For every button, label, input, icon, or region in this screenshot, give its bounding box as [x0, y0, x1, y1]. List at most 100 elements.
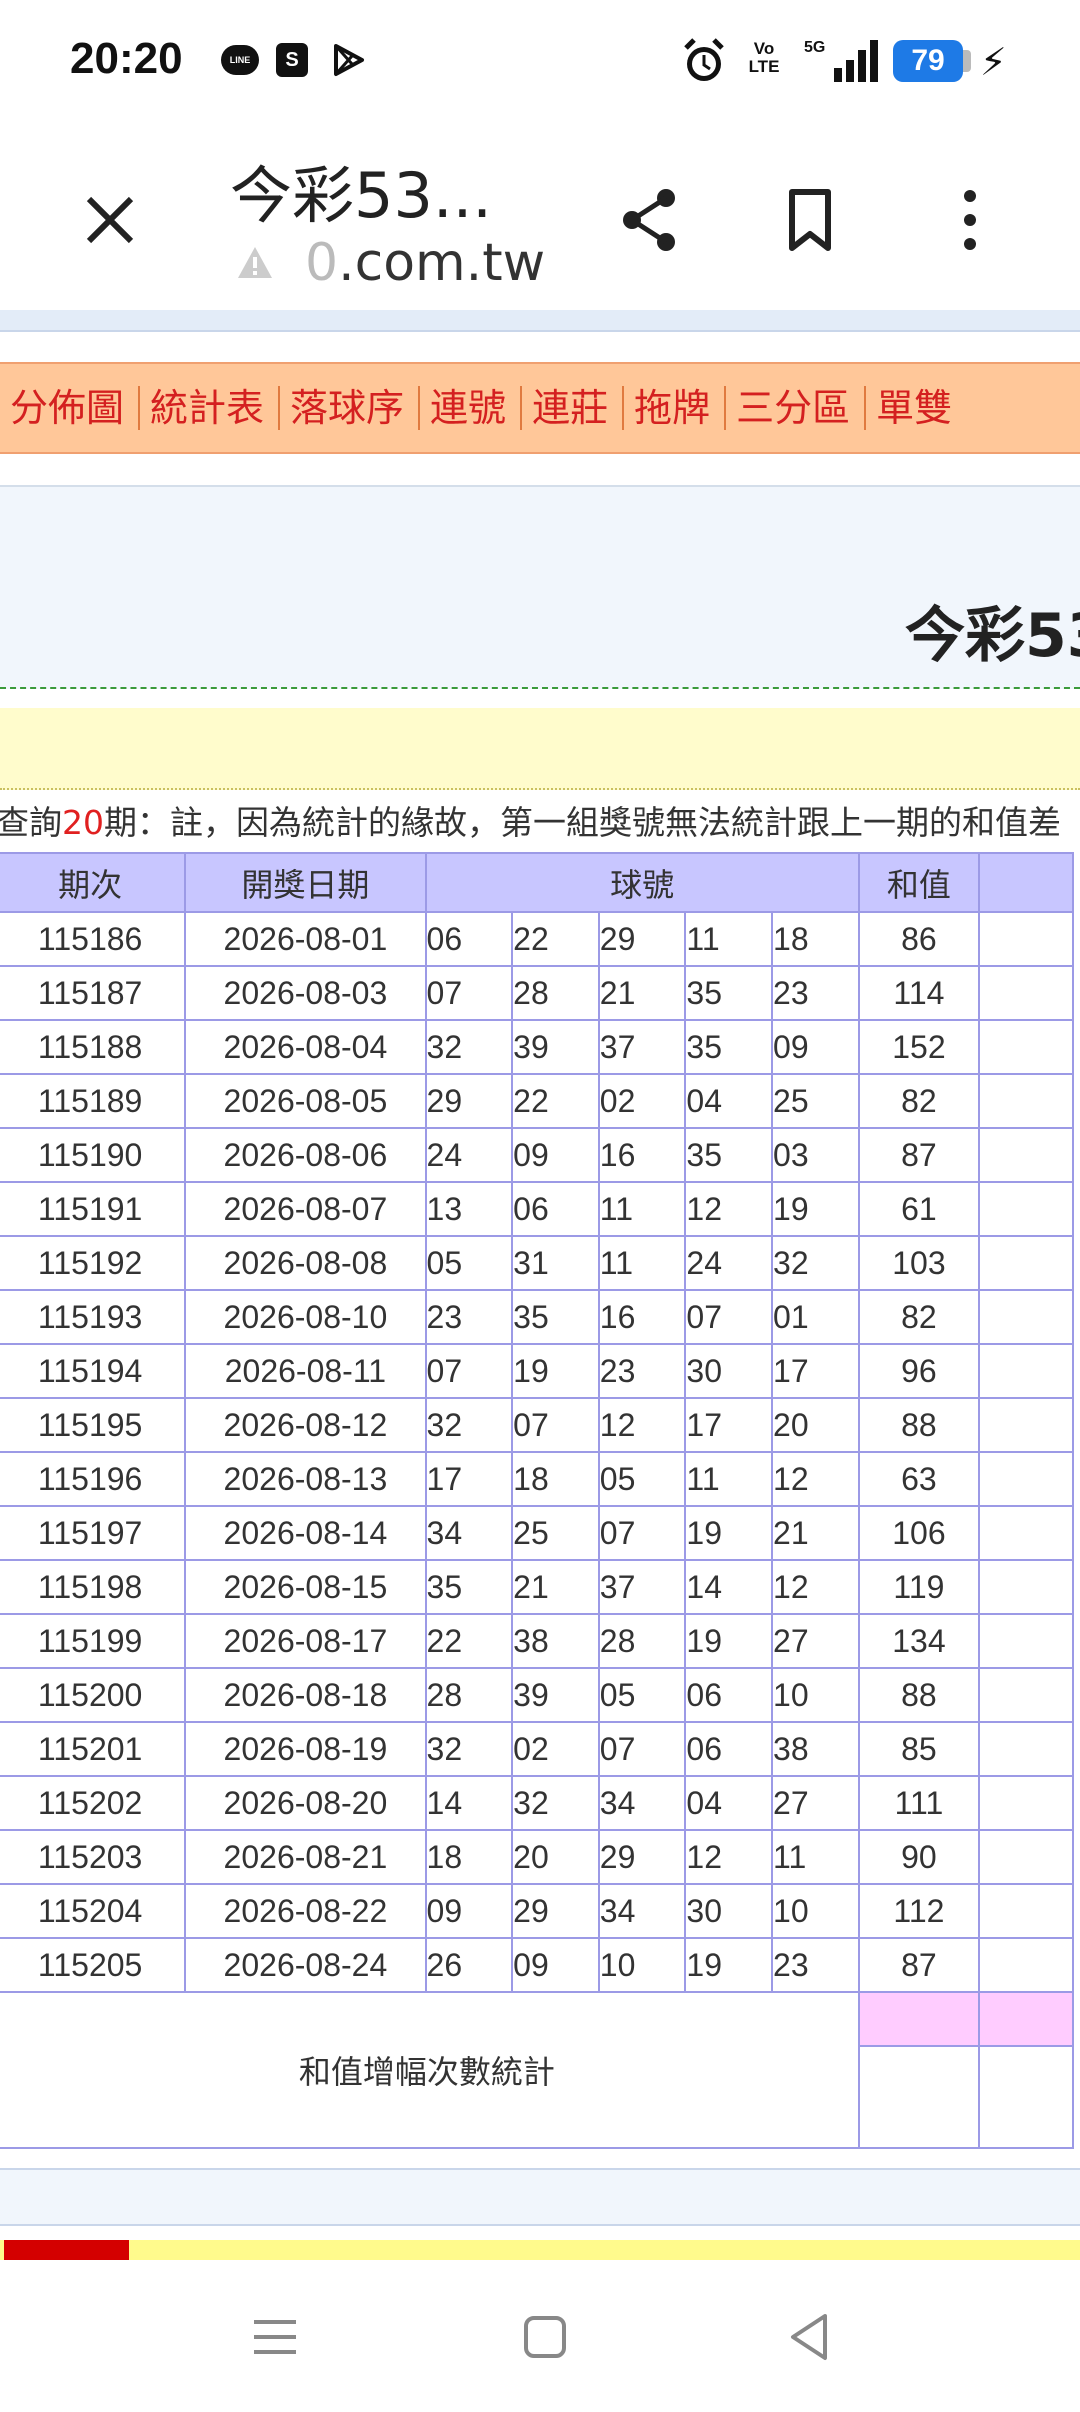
draw-date-cell: 2026-08-08 — [184, 1235, 427, 1291]
ball-number-cell: 05 — [597, 1451, 687, 1507]
ball-number-cell: 09 — [771, 1019, 860, 1075]
nav-item-consecutive[interactable]: 連號 — [420, 386, 523, 430]
ball-number-cell: 02 — [597, 1073, 687, 1129]
draw-date-cell: 2026-08-03 — [184, 965, 427, 1021]
ball-number-cell: 38 — [511, 1613, 600, 1669]
nav-item-drop-order[interactable]: 落球序 — [280, 386, 421, 430]
ball-number-cell: 07 — [424, 965, 514, 1021]
period-cell: 115194 — [0, 1343, 187, 1399]
ball-number-cell: 34 — [597, 1883, 687, 1939]
nav-item-odd-even[interactable]: 單雙 — [866, 386, 966, 430]
hero-section: 今彩539 — [0, 485, 1080, 689]
extra-cell — [978, 1127, 1074, 1183]
ball-number-cell: 11 — [597, 1181, 687, 1237]
draw-date-cell: 2026-08-13 — [184, 1451, 427, 1507]
table-row: 115186 2026-08-01 06 22 29 11 18 86 — [0, 911, 1074, 967]
table-row: 115192 2026-08-08 05 31 11 24 32 103 — [0, 1235, 1074, 1291]
period-cell: 115204 — [0, 1883, 187, 1939]
ball-number-cell: 20 — [771, 1397, 860, 1453]
ball-number-cell: 06 — [424, 911, 514, 967]
header-balls: 球號 — [424, 852, 860, 913]
sum-cell: 106 — [857, 1505, 981, 1561]
more-options-icon[interactable] — [930, 180, 1010, 260]
ball-number-cell: 17 — [684, 1397, 774, 1453]
period-cell: 115200 — [0, 1667, 187, 1723]
sum-cell: 86 — [857, 911, 981, 967]
period-cell: 115186 — [0, 911, 187, 967]
share-icon[interactable] — [610, 180, 690, 260]
ad-banner-red-block — [4, 2240, 129, 2260]
recent-apps-icon[interactable] — [240, 2302, 310, 2372]
close-icon[interactable] — [70, 180, 150, 260]
sum-cell: 85 — [857, 1721, 981, 1777]
ball-number-cell: 07 — [511, 1397, 600, 1453]
period-cell: 115201 — [0, 1721, 187, 1777]
footer-sum-cell — [857, 2045, 981, 2149]
ball-number-cell: 05 — [597, 1667, 687, 1723]
nav-item-drag[interactable]: 拖牌 — [624, 386, 727, 430]
table-row: 115187 2026-08-03 07 28 21 35 23 114 — [0, 965, 1074, 1021]
ball-number-cell: 30 — [684, 1343, 774, 1399]
sum-cell: 88 — [857, 1397, 981, 1453]
table-row: 115191 2026-08-07 13 06 11 12 19 61 — [0, 1181, 1074, 1237]
web-content[interactable]: 分佈圖 統計表 落球序 連號 連莊 拖牌 三分區 單雙 今彩539 查詢20期：… — [0, 310, 1080, 2260]
ball-number-cell: 17 — [424, 1451, 514, 1507]
ball-number-cell: 12 — [597, 1397, 687, 1453]
nav-item-stats-table[interactable]: 統計表 — [140, 386, 281, 430]
draw-date-cell: 2026-08-20 — [184, 1775, 427, 1831]
sum-cell: 103 — [857, 1235, 981, 1291]
ball-number-cell: 07 — [597, 1505, 687, 1561]
period-cell: 115198 — [0, 1559, 187, 1615]
ball-number-cell: 12 — [771, 1451, 860, 1507]
nav-item-repeat[interactable]: 連莊 — [522, 386, 625, 430]
table-row: 115196 2026-08-13 17 18 05 11 12 63 — [0, 1451, 1074, 1507]
extra-cell — [978, 1667, 1074, 1723]
period-cell: 115188 — [0, 1019, 187, 1075]
draw-date-cell: 2026-08-14 — [184, 1505, 427, 1561]
top-band — [0, 310, 1080, 332]
url-faded-text: 0 — [305, 233, 339, 293]
ball-number-cell: 22 — [511, 1073, 600, 1129]
ball-number-cell: 06 — [684, 1721, 774, 1777]
ball-number-cell: 31 — [511, 1235, 600, 1291]
home-icon[interactable] — [510, 2302, 580, 2372]
ball-number-cell: 29 — [424, 1073, 514, 1129]
ball-number-cell: 27 — [771, 1613, 860, 1669]
ball-number-cell: 11 — [684, 911, 774, 967]
ball-number-cell: 18 — [424, 1829, 514, 1885]
ball-number-cell: 17 — [771, 1343, 860, 1399]
ball-number-cell: 02 — [511, 1721, 600, 1777]
draw-date-cell: 2026-08-19 — [184, 1721, 427, 1777]
ball-number-cell: 18 — [511, 1451, 600, 1507]
ball-number-cell: 23 — [771, 1937, 860, 1993]
url-bar[interactable]: 0.com.tw — [235, 233, 545, 293]
nav-item-three-zone[interactable]: 三分區 — [726, 386, 867, 430]
draw-date-cell: 2026-08-15 — [184, 1559, 427, 1615]
ad-banner[interactable] — [0, 2240, 1080, 2260]
draw-date-cell: 2026-08-17 — [184, 1613, 427, 1669]
period-cell: 115192 — [0, 1235, 187, 1291]
ball-number-cell: 16 — [597, 1289, 687, 1345]
ball-number-cell: 06 — [684, 1667, 774, 1723]
period-cell: 115202 — [0, 1775, 187, 1831]
table-row: 115189 2026-08-05 29 22 02 04 25 82 — [0, 1073, 1074, 1129]
ball-number-cell: 13 — [424, 1181, 514, 1237]
ball-number-cell: 11 — [771, 1829, 860, 1885]
table-row: 115199 2026-08-17 22 38 28 19 27 134 — [0, 1613, 1074, 1669]
ball-number-cell: 32 — [424, 1721, 514, 1777]
bookmark-icon[interactable] — [770, 180, 850, 260]
ball-number-cell: 27 — [771, 1775, 860, 1831]
header-period: 期次 — [0, 852, 187, 913]
period-cell: 115196 — [0, 1451, 187, 1507]
ball-number-cell: 28 — [511, 965, 600, 1021]
period-cell: 115191 — [0, 1181, 187, 1237]
back-icon[interactable] — [775, 2302, 845, 2372]
ball-number-cell: 11 — [597, 1235, 687, 1291]
nav-item-distribution[interactable]: 分佈圖 — [0, 386, 141, 430]
period-cell: 115203 — [0, 1829, 187, 1885]
draw-date-cell: 2026-08-18 — [184, 1667, 427, 1723]
sum-cell: 82 — [857, 1289, 981, 1345]
ball-number-cell: 37 — [597, 1559, 687, 1615]
ball-number-cell: 26 — [424, 1937, 514, 1993]
footer-label: 和值增幅次數統計 — [0, 1991, 860, 2149]
